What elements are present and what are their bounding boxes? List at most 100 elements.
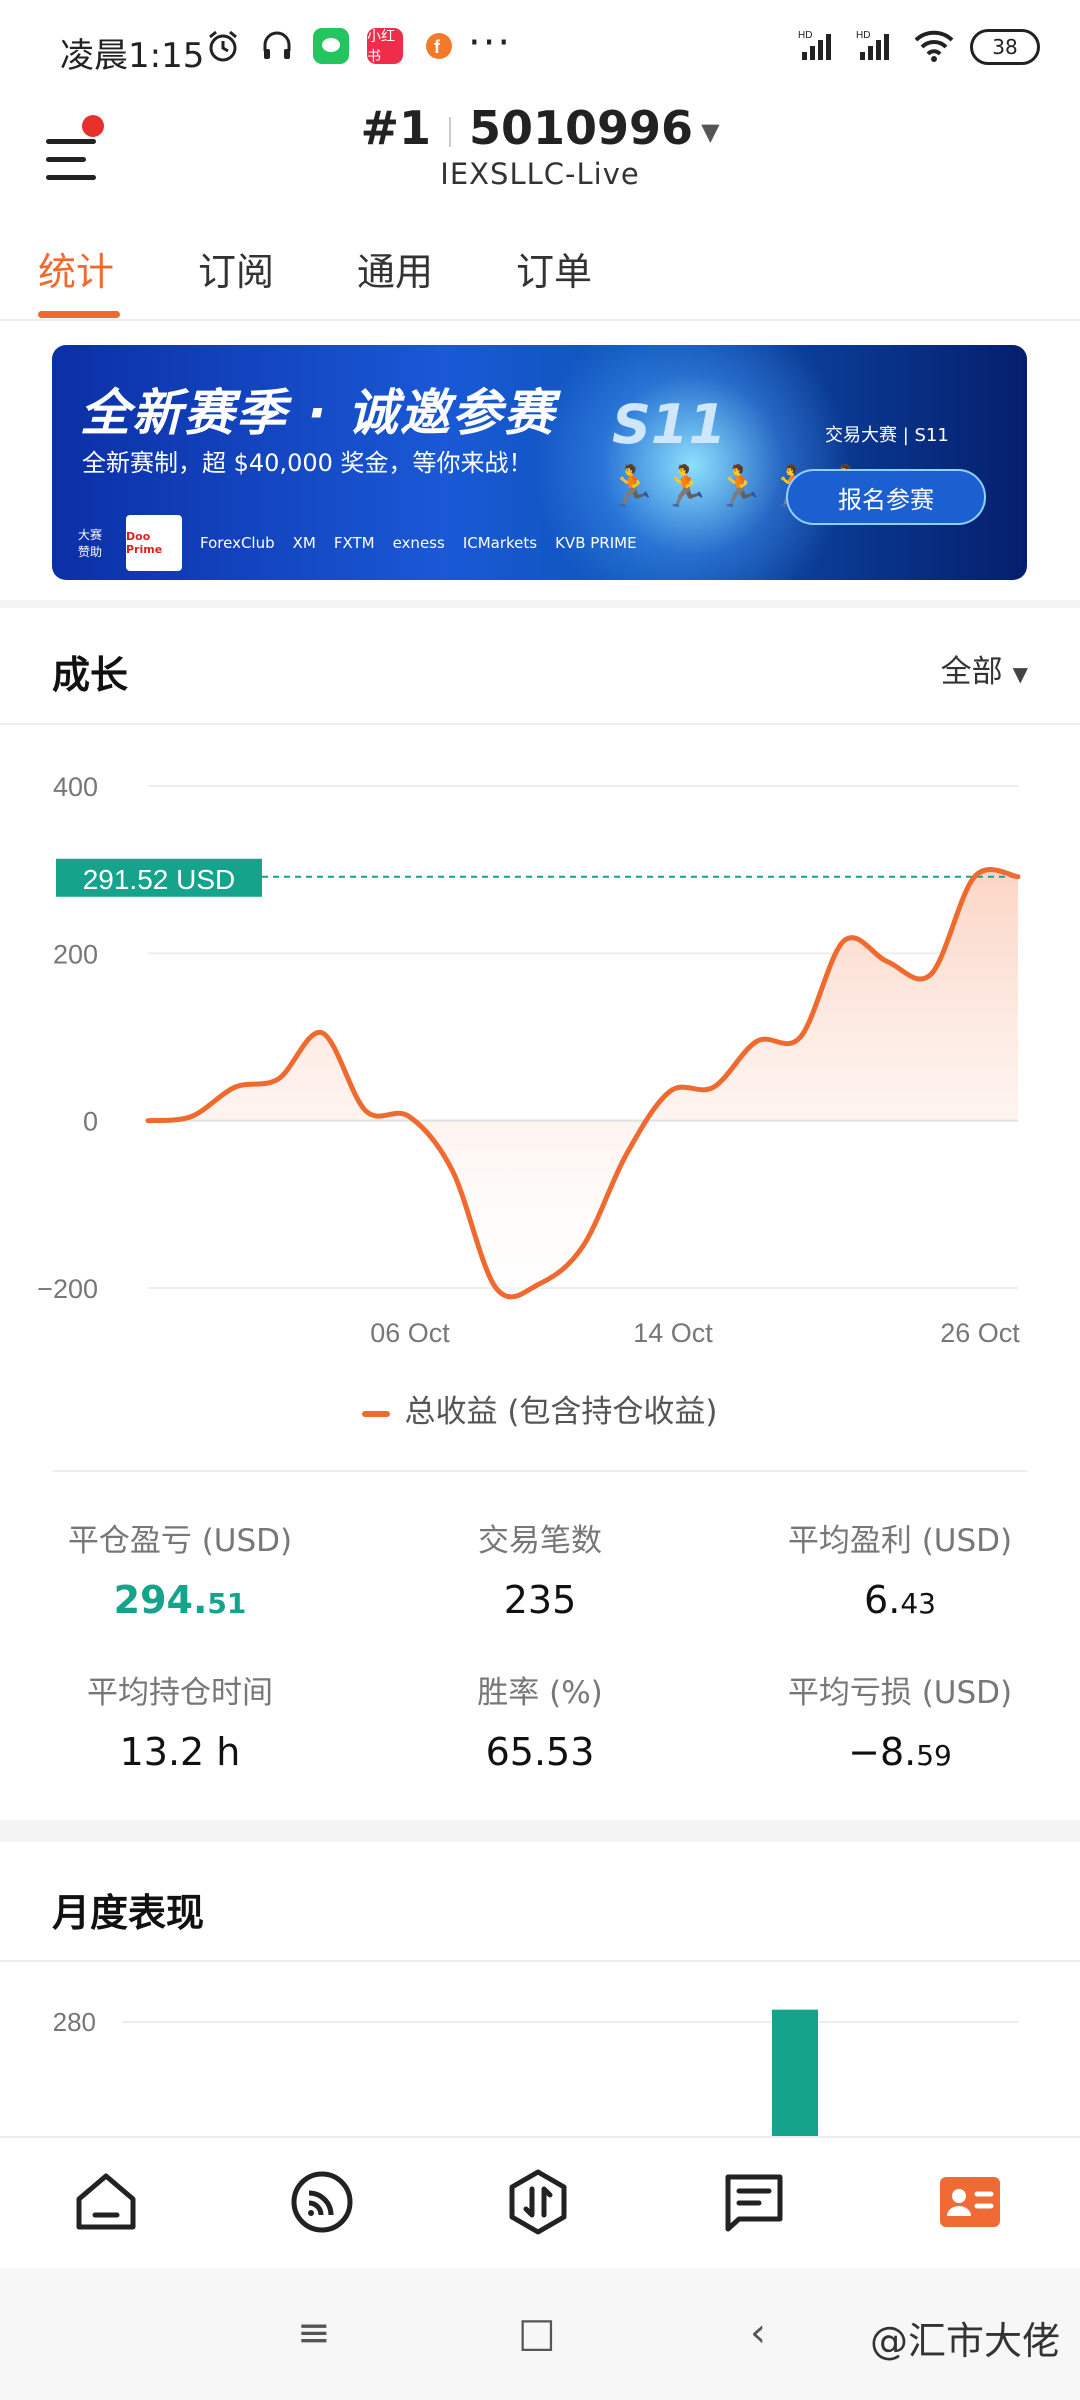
header-separator (449, 116, 452, 147)
sponsor-logo: XM (292, 534, 316, 552)
y-tick-label: 280 (53, 2007, 96, 2037)
stat-value: −8.59 (720, 1730, 1080, 1774)
app-header: #1 5010996 ▼ IEXSLLC-Live (0, 95, 1080, 225)
legend-label: 总收益 (包含持仓收益) (404, 1394, 718, 1430)
stat-value-main: 6. (864, 1578, 901, 1622)
growth-range-filter[interactable]: 全部 ▼ (941, 646, 1028, 691)
tab-bar: 统计 订阅 通用 订单 (0, 225, 1080, 321)
stat-avg-loss: 平均亏损 (USD) −8.59 (720, 1667, 1080, 1774)
chevron-down-icon: ▼ (1012, 661, 1028, 686)
stat-value-main: 13.2 h (119, 1730, 241, 1774)
stat-label: 交易笔数 (478, 1523, 602, 1559)
monthly-bar (772, 2009, 818, 2136)
stat-avg-profit: 平均盈利 (USD) 6.43 (720, 1515, 1080, 1622)
stat-label: 平均盈利 (USD) (787, 1523, 1013, 1559)
stat-value: 13.2 h (0, 1730, 360, 1774)
bottom-nav (0, 2136, 1080, 2270)
profile-card-icon (940, 2177, 1000, 2227)
section-divider (0, 600, 1080, 608)
stat-label: 平均持仓时间 (87, 1675, 273, 1711)
stat-value-decimal: 59 (916, 1739, 952, 1772)
sponsor-logo: Doo Prime (126, 515, 182, 571)
account-id: 5010996 (469, 101, 694, 155)
account-selector[interactable]: #1 5010996 ▼ IEXSLLC-Live (0, 95, 1080, 191)
register-button[interactable]: 报名参赛 (786, 469, 986, 525)
tab-subscription[interactable]: 订阅 (198, 241, 274, 296)
stat-win-rate: 胜率 (%) 65.53 (360, 1667, 720, 1774)
promo-banner[interactable]: 全新赛季 · 诚邀参赛 全新赛制，超 $40,000 奖金，等你来战！ S11 … (52, 345, 1027, 580)
current-value-label: 291.52 USD (83, 864, 236, 895)
stat-label: 平仓盈亏 (USD) (67, 1523, 293, 1559)
wifi-icon (914, 28, 954, 66)
stat-value: 294.51 (0, 1578, 360, 1622)
sponsor-list: 大赛赞助 Doo Prime ForexClub XM FXTM exness … (78, 515, 637, 571)
growth-section-header: 成长 全部 ▼ (0, 608, 1080, 725)
tab-general[interactable]: 通用 (357, 241, 433, 296)
monthly-chart: 280 (53, 2007, 1018, 2136)
tab-statistics[interactable]: 统计 (38, 241, 114, 296)
banner-title: 全新赛季 · 诚邀参赛 (80, 384, 556, 442)
y-tick-label: 200 (53, 939, 98, 969)
stat-value: 235 (360, 1578, 720, 1622)
system-menu-button[interactable]: ≡ (297, 2310, 331, 2356)
nav-messages[interactable] (718, 2166, 790, 2238)
section-divider (0, 1820, 1080, 1842)
home-icon (76, 2173, 136, 2230)
system-nav-bar: ≡ □ ‹ @汇市大佬 (0, 2268, 1080, 2400)
app-f-icon: f (421, 28, 457, 64)
system-home-button[interactable]: □ (518, 2310, 556, 2356)
stat-label: 平均亏损 (USD) (787, 1675, 1013, 1711)
nav-profile[interactable] (934, 2166, 1006, 2238)
monthly-section-header: 月度表现 (0, 1842, 1080, 1962)
active-tab-indicator (38, 311, 120, 318)
account-rank: #1 (360, 101, 432, 155)
growth-chart: 400 200 0 −200 291.52 USD 06 Oct 14 Oct 26 Oct (37, 772, 1021, 1348)
stat-trade-count: 交易笔数 235 (360, 1515, 720, 1622)
stat-value: 6.43 (720, 1578, 1080, 1622)
stat-value-main: −8. (848, 1730, 917, 1774)
menu-icon-bar (46, 139, 96, 144)
svg-text:HD: HD (856, 30, 870, 41)
banner-subtitle: 全新赛制，超 $40,000 奖金，等你来战！ (82, 449, 533, 477)
nav-signals[interactable] (286, 2166, 358, 2238)
y-tick-label: −200 (37, 1274, 98, 1304)
svg-text:HD: HD (798, 30, 812, 41)
signal-strength-2-icon: HD (856, 28, 898, 66)
stat-value-decimal: 51 (207, 1587, 247, 1620)
stat-value-main: 65.53 (485, 1730, 595, 1774)
x-tick-label: 26 Oct (940, 1318, 1020, 1348)
y-tick-label: 0 (83, 1107, 98, 1137)
sponsor-logo: ForexClub (200, 534, 275, 552)
system-back-button[interactable]: ‹ (750, 2310, 766, 2356)
stat-closed-pnl: 平仓盈亏 (USD) 294.51 (0, 1515, 360, 1622)
stat-value-decimal: 43 (900, 1587, 936, 1620)
trade-icon (509, 2169, 567, 2235)
x-tick-label: 06 Oct (370, 1318, 450, 1348)
status-right: HD HD 38 (798, 28, 1040, 66)
sponsor-logo: KVB PRIME (555, 534, 637, 552)
headset-icon (259, 28, 295, 64)
sponsor-logo: FXTM (333, 534, 375, 552)
menu-icon-bar (46, 157, 86, 162)
stat-avg-hold-time: 平均持仓时间 13.2 h (0, 1667, 360, 1774)
monthly-title: 月度表现 (52, 1891, 205, 1935)
notification-dot (82, 115, 104, 137)
alarm-icon (205, 28, 241, 64)
growth-filter-label: 全部 (940, 654, 1003, 690)
stat-label: 胜率 (%) (477, 1675, 603, 1711)
nav-trade[interactable] (502, 2166, 574, 2238)
menu-icon-bar (46, 175, 96, 180)
signal-strength-icon: HD (798, 28, 840, 66)
tab-orders[interactable]: 订单 (516, 241, 592, 296)
nav-home[interactable] (70, 2166, 142, 2238)
account-server: IEXSLLC-Live (440, 157, 640, 191)
more-notifications: ··· (468, 20, 513, 66)
sponsor-logo: exness (392, 534, 445, 552)
chart-legend: 总收益 (包含持仓收益) (0, 1386, 1080, 1431)
menu-button[interactable] (42, 115, 110, 183)
sponsor-logo: ICMarkets (462, 534, 538, 552)
sponsor-label: 大赛赞助 (78, 528, 103, 559)
svg-text:f: f (434, 37, 441, 57)
battery-indicator: 38 (970, 29, 1040, 65)
stats-divider (52, 1470, 1028, 1472)
